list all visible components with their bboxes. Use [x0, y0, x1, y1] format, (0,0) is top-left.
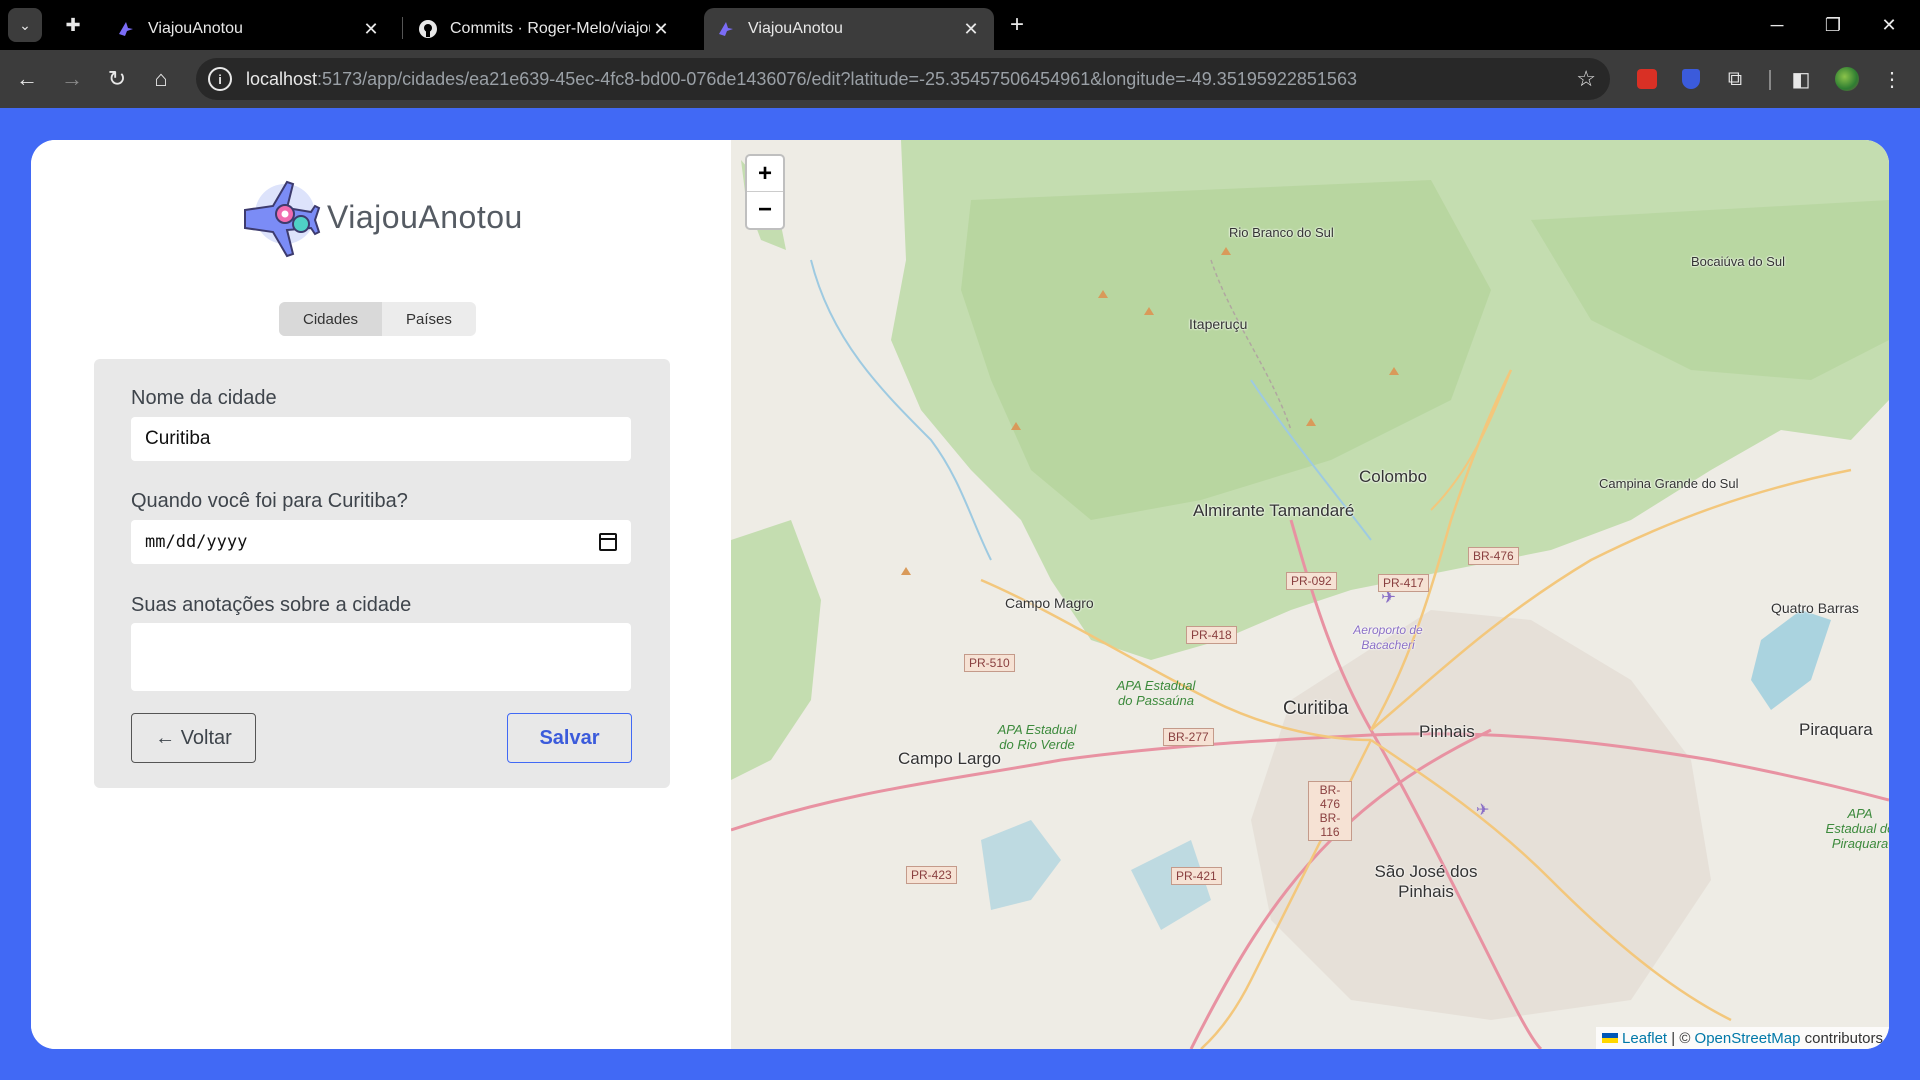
map-attribution: Leaflet | © OpenStreetMap contributors: [1596, 1027, 1889, 1049]
ukraine-flag-icon: [1602, 1033, 1619, 1043]
extension-red-icon[interactable]: [1632, 64, 1662, 94]
notes-label: Suas anotações sobre a cidade: [131, 594, 412, 616]
nav-tabs: Cidades Países: [279, 302, 476, 336]
chevron-down-icon: ⌄: [19, 16, 31, 33]
tab-cidades[interactable]: Cidades: [279, 302, 383, 336]
road-shield: PR-092: [1286, 572, 1337, 590]
zoom-in-button[interactable]: +: [747, 156, 783, 192]
save-button[interactable]: Salvar: [507, 713, 632, 763]
tab-search-button[interactable]: ⌄: [8, 8, 42, 42]
page-background: ViajouAnotou Cidades Países Nome da cida…: [0, 108, 1920, 1080]
road-shield: PR-417: [1378, 574, 1429, 592]
airplane-logo-icon: [244, 180, 321, 258]
attribution-separator: | ©: [1667, 1029, 1695, 1047]
osm-link[interactable]: OpenStreetMap: [1695, 1030, 1801, 1047]
date-placeholder: mm/dd/yyyy: [145, 532, 248, 552]
logo-text: ViajouAnotou: [327, 198, 523, 235]
road-shield: BR-277: [1163, 728, 1214, 746]
browser-tab-2[interactable]: Commits · Roger-Melo/viajou-a ✕: [406, 8, 684, 50]
road-shield: PR-421: [1171, 867, 1222, 885]
map-tiles: ✈ ✈: [731, 140, 1889, 1049]
protected-area-label: APA Estadual do Piraquara: [1825, 806, 1889, 851]
road-shield: PR-510: [964, 654, 1015, 672]
attribution-tail: contributors: [1800, 1029, 1883, 1047]
viajou-favicon-icon: [716, 19, 736, 39]
window-close-icon[interactable]: ✕: [1866, 8, 1912, 42]
tab-title: Commits · Roger-Melo/viajou-a: [450, 20, 650, 37]
close-icon[interactable]: ✕: [960, 18, 982, 40]
map[interactable]: ✈ ✈ + − Rio Branco do Sul Bocaiúva do Su…: [731, 140, 1889, 1049]
map-label: Campo Magro: [1005, 595, 1094, 611]
url-text[interactable]: localhost:5173/app/cidades/ea21e639-45ec…: [246, 69, 1357, 90]
reload-icon[interactable]: ↻: [100, 62, 134, 96]
road-shield: PR-423: [906, 866, 957, 884]
browser-tabstrip: ⌄ ✚ ViajouAnotou ✕ Commits · Roger-Melo/…: [0, 0, 1920, 50]
app-container: ViajouAnotou Cidades Países Nome da cida…: [31, 140, 1889, 1049]
tab-separator: [402, 17, 403, 39]
notes-textarea[interactable]: [131, 623, 631, 691]
site-info-icon[interactable]: i: [208, 67, 232, 91]
edit-city-form: Nome da cidade Curitiba Quando você foi …: [94, 359, 670, 788]
leaflet-link[interactable]: Leaflet: [1622, 1030, 1667, 1047]
profile-avatar-icon[interactable]: [1832, 64, 1862, 94]
zoom-control: + −: [745, 154, 785, 230]
browser-tab-1[interactable]: ViajouAnotou ✕: [104, 8, 394, 50]
map-label: Aeroporto de Bacacheri: [1353, 623, 1423, 652]
road-shield: BR-476: [1468, 547, 1519, 565]
new-tab-plus-icon[interactable]: +: [1002, 10, 1032, 40]
bookmark-star-icon[interactable]: ☆: [1576, 66, 1596, 92]
sidebar: ViajouAnotou Cidades Países Nome da cida…: [31, 140, 731, 1049]
map-label: Rio Branco do Sul: [1229, 225, 1334, 240]
tab-paises[interactable]: Países: [382, 302, 476, 336]
road-shield: PR-418: [1186, 626, 1237, 644]
extension-shield-icon[interactable]: [1676, 64, 1706, 94]
minimize-icon[interactable]: ─: [1754, 8, 1800, 42]
date-label: Quando você foi para Curitiba?: [131, 490, 408, 512]
map-label: São José dos Pinhais: [1374, 862, 1478, 901]
tab-title: ViajouAnotou: [748, 20, 843, 37]
map-label: Campo Largo: [898, 749, 1002, 768]
map-label: Colombo: [1359, 467, 1428, 486]
close-icon[interactable]: ✕: [360, 18, 382, 40]
map-label: Campina Grande do Sul: [1599, 476, 1739, 491]
map-label: Piraquara: [1799, 720, 1873, 739]
svg-text:✈: ✈: [1476, 800, 1489, 819]
map-label: Pinhais: [1419, 722, 1475, 741]
tab-title: ViajouAnotou: [148, 20, 243, 37]
browser-tab-3-active[interactable]: ViajouAnotou ✕: [704, 8, 994, 50]
extensions-puzzle-icon[interactable]: ⧉: [1720, 64, 1750, 94]
back-arrow-icon[interactable]: ←: [10, 62, 44, 96]
road-shield: BR-476 BR-116: [1308, 781, 1352, 841]
logo[interactable]: ViajouAnotou: [235, 176, 523, 258]
toolbar-divider: [1769, 70, 1771, 90]
protected-area-label: APA Estadual do Rio Verde: [997, 722, 1077, 752]
back-button[interactable]: ← Voltar: [131, 713, 256, 763]
viajou-favicon-icon: [116, 19, 136, 39]
home-icon[interactable]: ⌂: [144, 62, 178, 96]
date-input[interactable]: mm/dd/yyyy: [131, 520, 631, 564]
map-label: Almirante Tamandaré: [1193, 501, 1355, 520]
close-icon[interactable]: ✕: [650, 18, 672, 40]
map-label: Quatro Barras: [1771, 600, 1859, 616]
browser-toolbar: ← → ↻ ⌂ i localhost:5173/app/cidades/ea2…: [0, 50, 1920, 108]
forward-arrow-icon[interactable]: →: [55, 62, 89, 96]
menu-kebab-icon[interactable]: ⋮: [1877, 64, 1907, 94]
map-label: Curitiba: [1283, 698, 1349, 719]
side-panel-icon[interactable]: ◧: [1786, 64, 1816, 94]
zoom-out-button[interactable]: −: [747, 192, 783, 228]
calendar-icon[interactable]: [599, 533, 617, 551]
map-label: Itaperuçu: [1189, 316, 1248, 332]
extensions-puzzle-icon[interactable]: ✚: [58, 10, 88, 40]
github-icon: [418, 19, 438, 39]
city-name-input[interactable]: Curitiba: [131, 417, 631, 461]
protected-area-label: APA Estadual do Passaúna: [1116, 678, 1196, 708]
map-label: Bocaiúva do Sul: [1691, 254, 1785, 269]
city-name-label: Nome da cidade: [131, 387, 277, 409]
address-bar[interactable]: i localhost:5173/app/cidades/ea21e639-45…: [196, 58, 1610, 100]
restore-icon[interactable]: ❐: [1810, 8, 1856, 42]
